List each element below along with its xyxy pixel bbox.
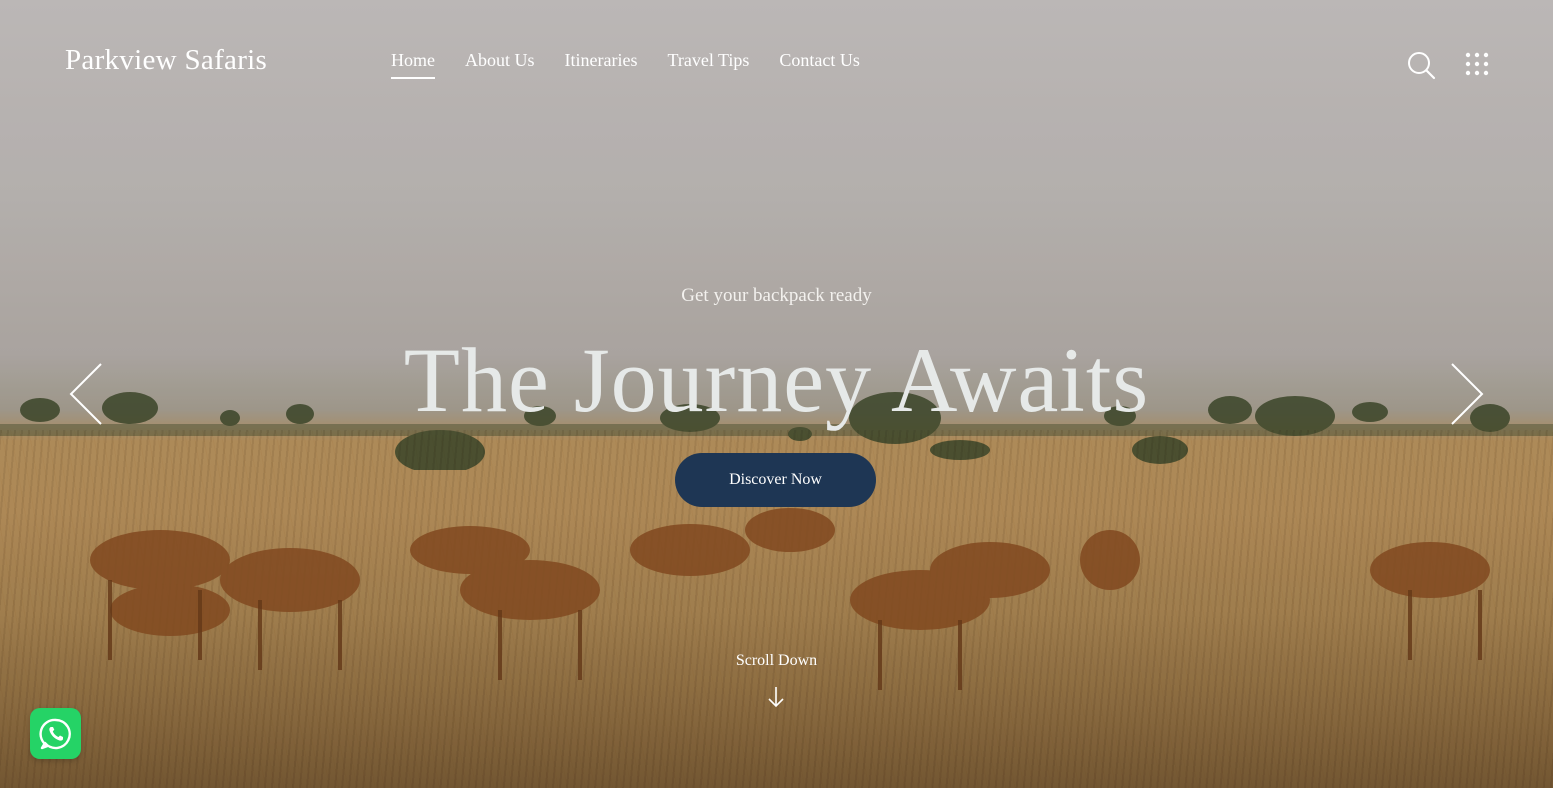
search-icon[interactable] [1406,50,1436,80]
hero-section: Parkview Safaris Home About Us Itinerari… [0,0,1553,788]
whatsapp-button[interactable] [30,708,81,759]
scroll-down-label[interactable]: Scroll Down [0,652,1553,670]
main-nav: Home About Us Itineraries Travel Tips Co… [391,50,860,79]
nav-item-travel-tips[interactable]: Travel Tips [667,50,749,77]
discover-now-button[interactable]: Discover Now [675,453,876,507]
site-logo[interactable]: Parkview Safaris [65,44,267,77]
hero-headline: The Journey Awaits [403,329,1150,431]
nav-item-home[interactable]: Home [391,50,435,79]
chevron-right-icon[interactable] [1449,362,1485,426]
hero-kicker: Get your backpack ready [681,285,872,306]
grid-menu-icon[interactable] [1465,52,1489,76]
nav-item-contact-us[interactable]: Contact Us [779,50,860,77]
arrow-down-icon[interactable] [767,686,785,708]
nav-item-about-us[interactable]: About Us [465,50,535,77]
nav-item-itineraries[interactable]: Itineraries [565,50,638,77]
chevron-left-icon[interactable] [68,362,104,426]
whatsapp-icon [38,718,71,749]
